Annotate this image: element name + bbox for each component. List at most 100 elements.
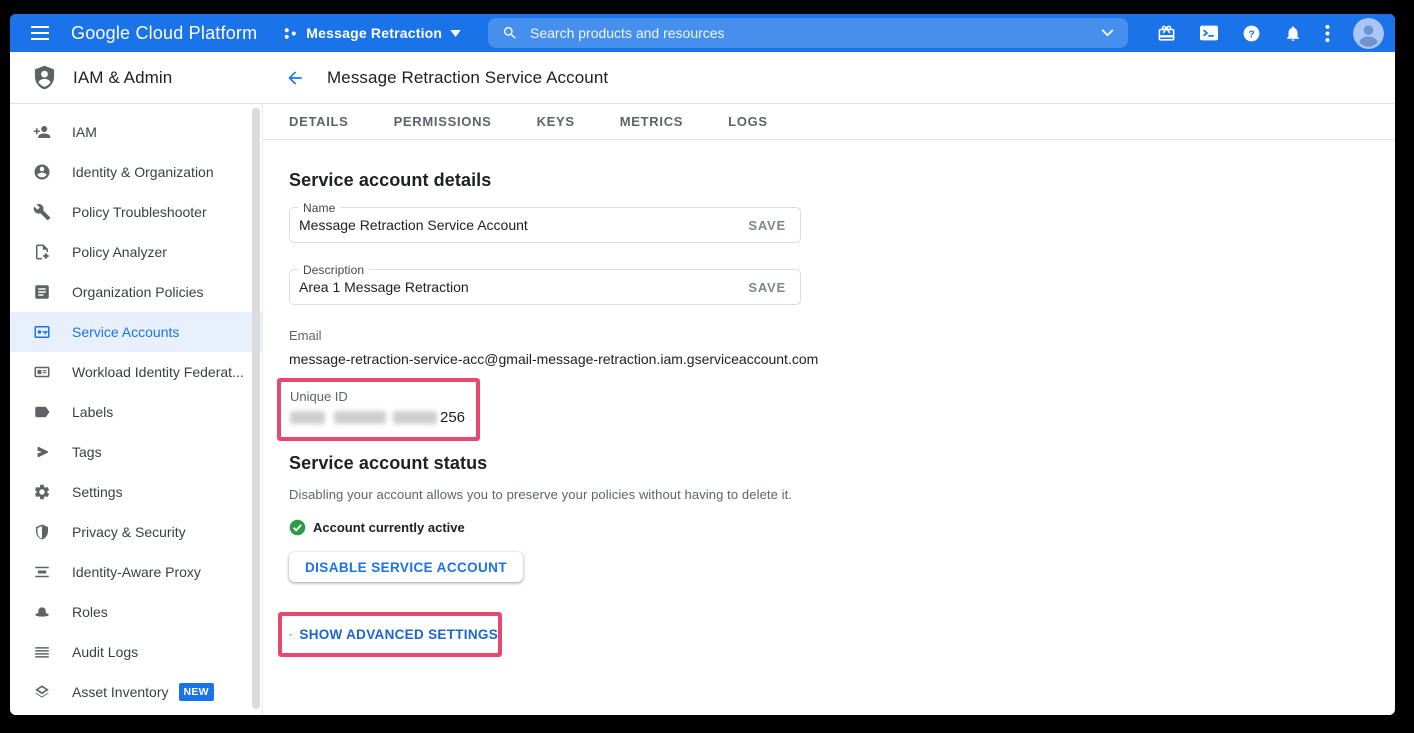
tab-permissions[interactable]: PERMISSIONS (394, 114, 492, 129)
unique-id-value: 256 (290, 409, 476, 426)
account-active-label: Account currently active (313, 520, 465, 535)
sidebar-item-iam[interactable]: IAM (10, 112, 262, 152)
sidebar-item-label: Organization Policies (72, 284, 204, 300)
sidebar: IAM Identity & Organization Policy Troub… (10, 104, 263, 715)
description-save-button[interactable]: SAVE (748, 280, 800, 295)
cloud-shell-icon[interactable] (1199, 24, 1219, 42)
search-bar[interactable] (488, 18, 1128, 48)
search-input[interactable] (528, 24, 1101, 42)
status-heading: Service account status (289, 453, 1355, 474)
content: Service account details Name SAVE Descri… (263, 140, 1395, 657)
chevron-down-icon (289, 630, 292, 640)
sidebar-item-privacy-security[interactable]: Privacy & Security (10, 512, 262, 552)
redacted-segment (290, 411, 325, 424)
shield-half-icon (33, 523, 51, 541)
detail-header: Message Retraction Service Account (263, 52, 1395, 103)
tab-keys[interactable]: KEYS (537, 114, 575, 129)
sidebar-item-roles[interactable]: Roles (10, 592, 262, 632)
sidebar-item-label: Service Accounts (72, 324, 179, 340)
tab-details[interactable]: DETAILS (289, 114, 349, 129)
gcp-brand-logo[interactable]: Google Cloud Platform (71, 23, 257, 44)
project-selector-icon (283, 26, 298, 41)
sidebar-item-label: Tags (72, 444, 102, 460)
gcp-console-window: Google Cloud Platform Message Retraction… (10, 14, 1395, 715)
sidebar-item-label: Identity & Organization (72, 164, 214, 180)
sidebar-item-audit-logs[interactable]: Audit Logs (10, 632, 262, 672)
body: IAM Identity & Organization Policy Troub… (10, 104, 1395, 715)
hat-icon (33, 603, 51, 621)
sidebar-item-label: Identity-Aware Proxy (72, 564, 201, 580)
page-header: IAM & Admin Message Retraction Service A… (10, 52, 1395, 104)
sidebar-item-labels[interactable]: Labels (10, 392, 262, 432)
name-save-button[interactable]: SAVE (748, 218, 800, 233)
sidebar-item-workload-identity-federation[interactable]: Workload Identity Federat... (10, 352, 262, 392)
name-input[interactable] (290, 216, 748, 234)
disable-service-account-button[interactable]: DISABLE SERVICE ACCOUNT (289, 552, 523, 582)
sidebar-item-tags[interactable]: Tags (10, 432, 262, 472)
description-field: Description SAVE (289, 269, 801, 305)
sidebar-item-label: Labels (72, 404, 113, 420)
sidebar-item-settings[interactable]: Settings (10, 472, 262, 512)
search-chevron-down-icon[interactable] (1101, 29, 1114, 37)
sidebar-item-identity-aware-proxy[interactable]: Identity-Aware Proxy (10, 552, 262, 592)
name-field-label: Name (298, 201, 340, 215)
sidebar-item-label: Settings (72, 484, 123, 500)
new-badge: NEW (179, 683, 214, 701)
sidebar-item-label: Policy Analyzer (72, 244, 167, 260)
doc-gear-icon (33, 243, 51, 261)
person-add-icon (33, 123, 51, 141)
sidebar-item-asset-inventory[interactable]: Asset Inventory NEW (10, 672, 262, 712)
redacted-segment (393, 411, 437, 424)
project-name: Message Retraction (306, 25, 442, 41)
description-field-label: Description (298, 263, 369, 277)
check-circle-icon (289, 519, 306, 536)
tab-bar: DETAILS PERMISSIONS KEYS METRICS LOGS (263, 104, 1395, 140)
sidebar-item-policy-troubleshooter[interactable]: Policy Troubleshooter (10, 192, 262, 232)
sidebar-item-label: Workload Identity Federat... (72, 364, 244, 380)
page-title: Message Retraction Service Account (327, 68, 608, 88)
search-icon (502, 25, 518, 41)
email-value: message-retraction-service-acc@gmail-mes… (289, 351, 1355, 367)
sidebar-item-service-accounts[interactable]: Service Accounts (10, 312, 262, 352)
unique-id-highlight-annotation: Unique ID 256 (277, 378, 480, 441)
wrench-icon (33, 203, 51, 221)
main-panel: DETAILS PERMISSIONS KEYS METRICS LOGS Se… (263, 104, 1395, 715)
sidebar-item-identity-organization[interactable]: Identity & Organization (10, 152, 262, 192)
sidebar-item-label: Audit Logs (72, 644, 138, 660)
chevron-down-icon (450, 30, 461, 37)
more-vertical-icon[interactable] (1325, 24, 1330, 43)
list-lines-icon (33, 643, 51, 661)
unique-id-label: Unique ID (290, 389, 476, 404)
gift-icon[interactable] (1157, 24, 1176, 43)
sidebar-item-label: Roles (72, 604, 108, 620)
name-field: Name SAVE (289, 207, 801, 243)
account-status-row: Account currently active (289, 519, 1355, 536)
back-arrow-icon[interactable] (285, 68, 305, 88)
tab-logs[interactable]: LOGS (728, 114, 768, 129)
email-label: Email (289, 328, 1355, 343)
sidebar-item-label: IAM (72, 124, 97, 140)
notifications-icon[interactable] (1284, 24, 1302, 43)
tab-metrics[interactable]: METRICS (620, 114, 683, 129)
account-circle-icon (33, 163, 51, 181)
advanced-settings-highlight-annotation[interactable]: SHOW ADVANCED SETTINGS (278, 612, 502, 657)
top-app-bar: Google Cloud Platform Message Retraction… (10, 14, 1395, 52)
menu-icon[interactable] (20, 26, 60, 40)
iam-admin-shield-icon (31, 64, 58, 91)
sidebar-item-organization-policies[interactable]: Organization Policies (10, 272, 262, 312)
topbar-actions: ? (1157, 14, 1384, 52)
project-selector[interactable]: Message Retraction (283, 25, 461, 41)
label-icon (33, 403, 51, 421)
document-icon (33, 283, 51, 301)
sidebar-item-policy-analyzer[interactable]: Policy Analyzer (10, 232, 262, 272)
product-title: IAM & Admin (73, 68, 172, 88)
sidebar-scrollbar[interactable] (252, 108, 260, 709)
proxy-icon (33, 563, 51, 581)
description-input[interactable] (290, 278, 748, 296)
help-icon[interactable]: ? (1242, 24, 1261, 43)
status-description: Disabling your account allows you to pre… (289, 487, 1355, 502)
gear-icon (33, 483, 51, 501)
unique-id-suffix: 256 (440, 409, 465, 426)
redacted-segment (334, 411, 386, 424)
avatar[interactable] (1353, 18, 1384, 49)
